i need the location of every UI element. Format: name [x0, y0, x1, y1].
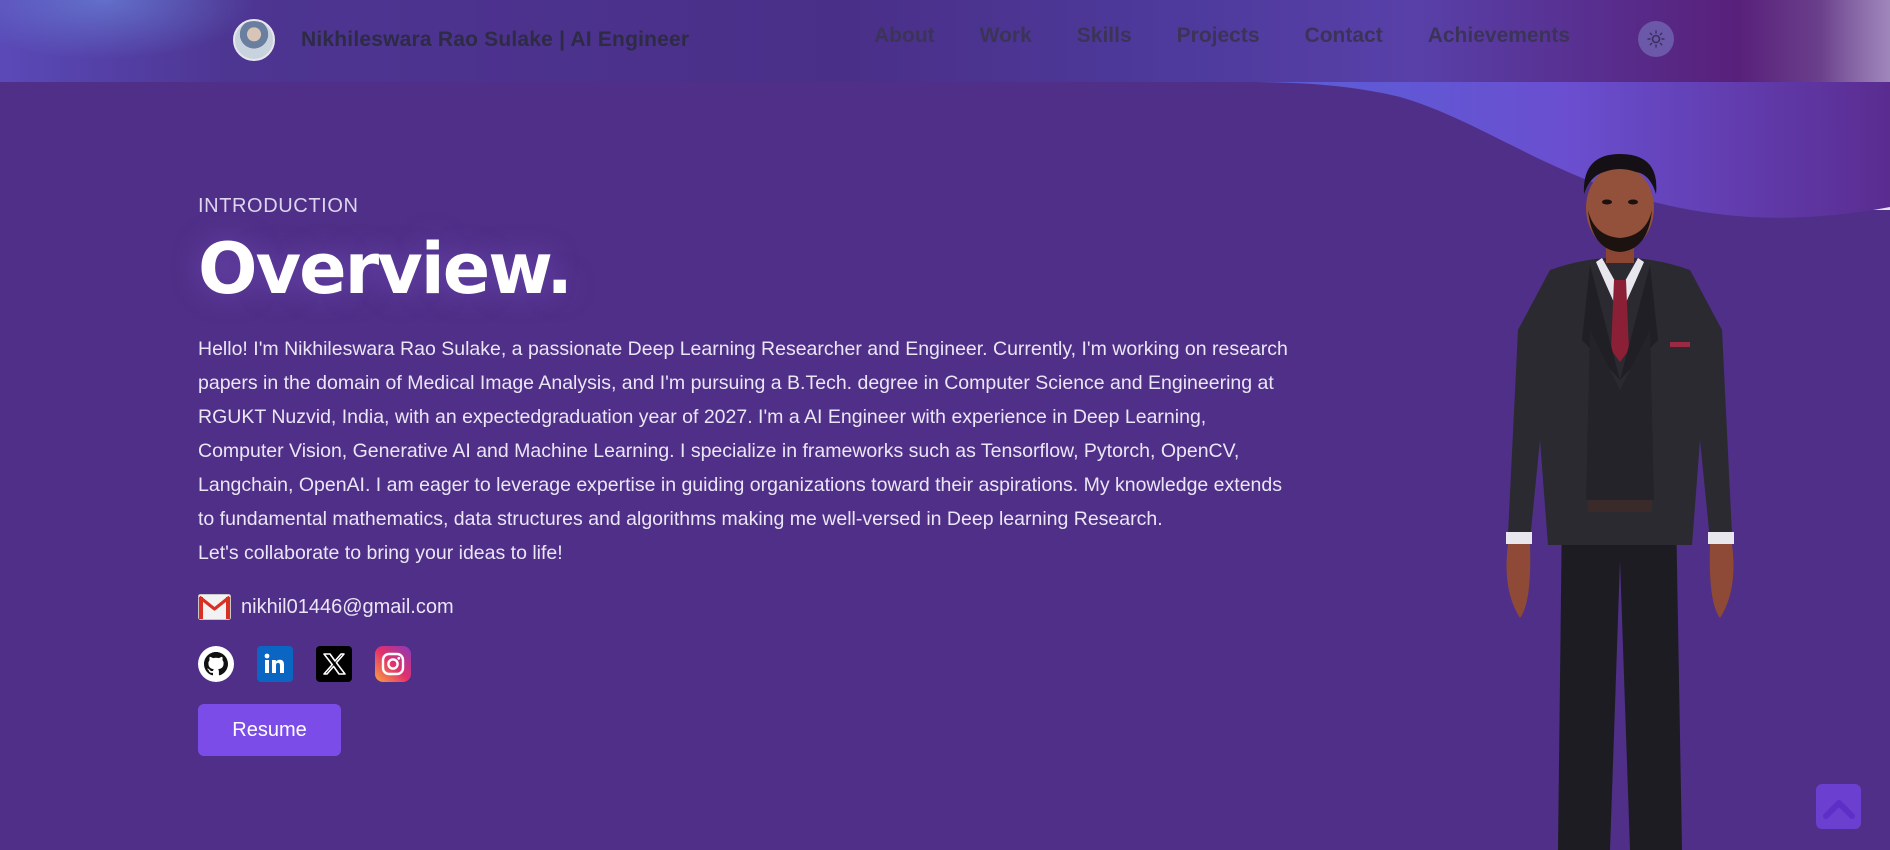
section-kicker: INTRODUCTION: [198, 195, 359, 217]
x-link[interactable]: [316, 646, 352, 682]
avatar: [233, 19, 275, 61]
nav-achievements[interactable]: Achievements: [1428, 24, 1570, 48]
nav-skills[interactable]: Skills: [1077, 24, 1132, 48]
resume-button[interactable]: Resume: [198, 704, 341, 756]
nav-contact[interactable]: Contact: [1305, 24, 1383, 48]
instagram-link[interactable]: [375, 646, 411, 682]
nav-about[interactable]: About: [874, 24, 935, 48]
gmail-icon: [198, 594, 231, 620]
instagram-icon: [381, 652, 405, 676]
overview-section: INTRODUCTION Overview. Hello! I'm Nikhil…: [198, 195, 1298, 756]
x-icon: [323, 653, 346, 675]
avatar-3d-figure[interactable]: [1470, 140, 1770, 850]
email-row[interactable]: nikhil01446@gmail.com: [198, 594, 1298, 620]
nav-work[interactable]: Work: [980, 24, 1032, 48]
chevron-up-icon: [1822, 799, 1855, 819]
github-icon: [200, 648, 232, 680]
social-links: [198, 646, 1298, 682]
bio-cta: Let's collaborate to bring your ideas to…: [198, 542, 563, 564]
nav-links: About Work Skills Projects Contact Achie…: [874, 24, 1570, 48]
nav-projects[interactable]: Projects: [1177, 24, 1260, 48]
bio-paragraph: Hello! I'm Nikhileswara Rao Sulake, a pa…: [198, 338, 1288, 530]
scroll-to-top-button[interactable]: [1816, 784, 1861, 829]
page-title: Overview.: [198, 228, 573, 310]
email-address[interactable]: nikhil01446@gmail.com: [241, 596, 454, 619]
navbar: Nikhileswara Rao Sulake | AI Engineer Ab…: [0, 0, 1890, 82]
sun-icon: [1647, 30, 1665, 48]
brand-name: Nikhileswara Rao Sulake | AI Engineer: [301, 28, 690, 51]
brand[interactable]: Nikhileswara Rao Sulake | AI Engineer: [233, 19, 689, 61]
linkedin-icon: [264, 653, 284, 673]
linkedin-link[interactable]: [257, 646, 293, 682]
github-link[interactable]: [198, 646, 234, 682]
theme-toggle-button[interactable]: [1638, 21, 1674, 57]
